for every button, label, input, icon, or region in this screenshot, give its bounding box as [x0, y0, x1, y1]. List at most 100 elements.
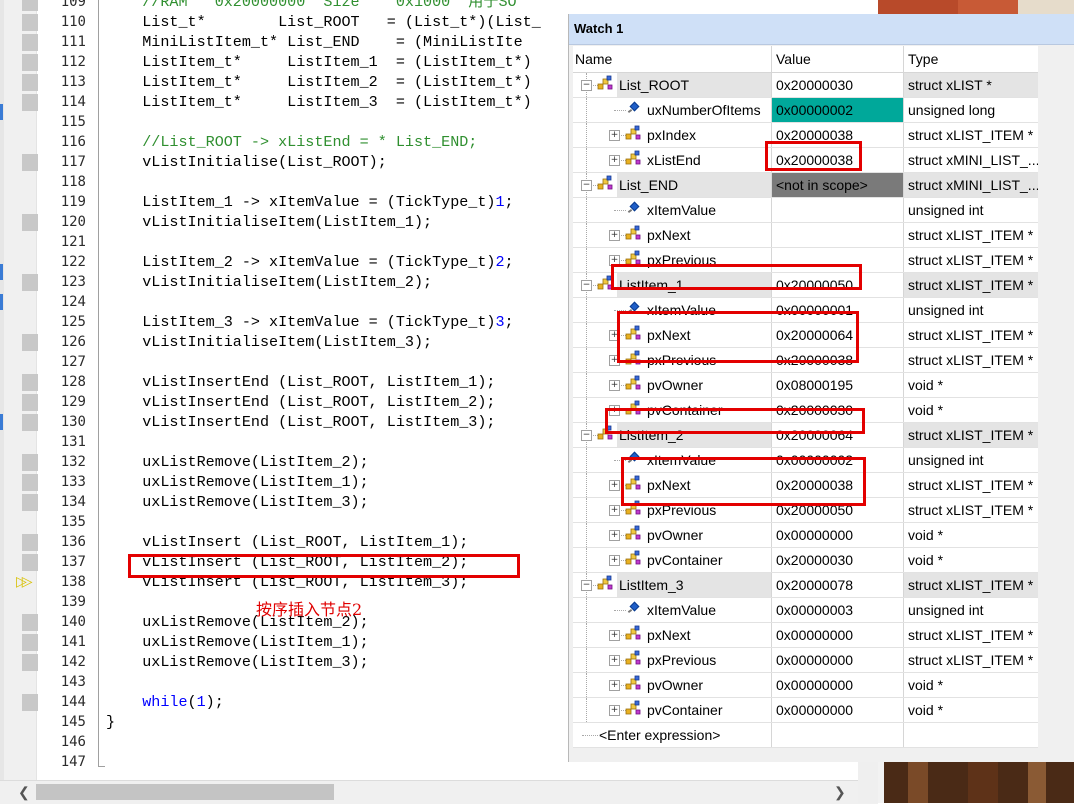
- code-token: uxListRemove(ListItem_3);: [106, 653, 369, 671]
- line-number: 111: [60, 34, 86, 50]
- code-line[interactable]: uxListRemove(ListItem_2);: [106, 452, 541, 472]
- code-line[interactable]: uxListRemove(ListItem_1);: [106, 472, 541, 492]
- enter-expression-row[interactable]: <Enter expression>: [573, 723, 1038, 748]
- highlight-box-listitem1-links: [617, 311, 859, 363]
- code-line[interactable]: vListInitialiseItem(ListItem_3);: [106, 332, 541, 352]
- watch-member-row[interactable]: + pvOwner 0x00000000 void *: [573, 673, 1038, 698]
- code-line[interactable]: vListInsert (List_ROOT, ListItem_1);: [106, 532, 541, 552]
- column-value-header[interactable]: Value: [776, 46, 811, 72]
- code-line[interactable]: ListItem_t* ListItem_1 = (ListItem_t*): [106, 52, 541, 72]
- expand-icon[interactable]: +: [609, 480, 620, 491]
- expand-icon[interactable]: +: [609, 230, 620, 241]
- code-line[interactable]: [106, 292, 541, 312]
- code-line[interactable]: [106, 352, 541, 372]
- code-line[interactable]: [106, 752, 541, 772]
- line-number: 114: [60, 94, 86, 110]
- line-number: 132: [60, 454, 86, 470]
- code-line[interactable]: MiniListItem_t* List_END = (MiniListIte: [106, 32, 541, 52]
- code-line[interactable]: vListInitialiseItem(ListItem_2);: [106, 272, 541, 292]
- collapse-icon[interactable]: −: [581, 280, 592, 291]
- watch-value[interactable]: 0x08000195: [771, 373, 903, 397]
- watch-value[interactable]: 0x00000000: [771, 648, 903, 672]
- expand-icon[interactable]: +: [609, 505, 620, 516]
- code-text[interactable]: //RAM 0x20000000 Size 0x1000 用于SO List_t…: [106, 0, 541, 772]
- code-token: MiniListItem_t* List_END = (MiniListIte: [106, 33, 523, 51]
- expand-icon[interactable]: +: [609, 530, 620, 541]
- code-line[interactable]: vListInsertEnd (List_ROOT, ListItem_3);: [106, 412, 541, 432]
- expand-icon[interactable]: +: [609, 655, 620, 666]
- expand-icon[interactable]: +: [609, 630, 620, 641]
- code-line[interactable]: [106, 232, 541, 252]
- watch-variable-row[interactable]: − List_ROOT 0x20000030 struct xLIST *: [573, 73, 1038, 98]
- collapse-icon[interactable]: −: [581, 180, 592, 191]
- code-line[interactable]: //List_ROOT -> xListEnd = * List_END;: [106, 132, 541, 152]
- watch-value[interactable]: 0x00000000: [771, 698, 903, 722]
- code-line[interactable]: //RAM 0x20000000 Size 0x1000 用于SO: [106, 0, 541, 12]
- watch-value[interactable]: 0x00000002: [771, 98, 903, 122]
- collapse-icon[interactable]: −: [581, 580, 592, 591]
- watch-member-row[interactable]: + pxNext 0x00000000 struct xLIST_ITEM *: [573, 623, 1038, 648]
- expand-icon[interactable]: +: [609, 705, 620, 716]
- watch-member-row[interactable]: + pvOwner 0x08000195 void *: [573, 373, 1038, 398]
- code-line[interactable]: uxListRemove(ListItem_3);: [106, 652, 541, 672]
- watch-value[interactable]: [771, 223, 903, 247]
- code-line[interactable]: uxListRemove(ListItem_1);: [106, 632, 541, 652]
- code-line[interactable]: [106, 432, 541, 452]
- watch-member-row[interactable]: uxNumberOfItems 0x00000002 unsigned long: [573, 98, 1038, 123]
- scrollbar-thumb[interactable]: [36, 784, 334, 800]
- watch-value[interactable]: 0x20000030: [771, 73, 903, 97]
- code-line[interactable]: ListItem_2 -> xItemValue = (TickType_t)2…: [106, 252, 541, 272]
- breakpoint-gutter[interactable]: [4, 0, 38, 780]
- watch-value[interactable]: <not in scope>: [771, 173, 903, 197]
- watch-member-row[interactable]: + pvContainer 0x00000000 void *: [573, 698, 1038, 723]
- expand-icon[interactable]: +: [609, 380, 620, 391]
- watch-member-row[interactable]: + pxPrevious 0x00000000 struct xLIST_ITEM *: [573, 648, 1038, 673]
- watch-value[interactable]: 0x00000000: [771, 523, 903, 547]
- watch-title-bar[interactable]: Watch 1: [569, 14, 1074, 45]
- code-line[interactable]: ListItem_t* ListItem_3 = (ListItem_t*): [106, 92, 541, 112]
- column-type-header[interactable]: Type: [908, 46, 938, 72]
- watch-member-row[interactable]: xItemValue 0x00000003 unsigned int: [573, 598, 1038, 623]
- enter-expression[interactable]: <Enter expression>: [599, 723, 720, 747]
- code-line[interactable]: [106, 112, 541, 132]
- watch-value[interactable]: 0x20000030: [771, 548, 903, 572]
- watch-variable-row[interactable]: − List_END <not in scope> struct xMINI_LIST…: [573, 173, 1038, 198]
- code-line[interactable]: uxListRemove(ListItem_3);: [106, 492, 541, 512]
- code-line[interactable]: List_t* List_ROOT = (List_t*)(List_: [106, 12, 541, 32]
- code-line[interactable]: }: [106, 712, 541, 732]
- watch-member-row[interactable]: + pxNext struct xLIST_ITEM *: [573, 223, 1038, 248]
- watch-member-row[interactable]: + pvContainer 0x20000030 void *: [573, 548, 1038, 573]
- watch-value[interactable]: 0x00000003: [771, 598, 903, 622]
- expand-icon[interactable]: +: [609, 680, 620, 691]
- code-line[interactable]: ListItem_1 -> xItemValue = (TickType_t)1…: [106, 192, 541, 212]
- watch-member-row[interactable]: xItemValue unsigned int: [573, 198, 1038, 223]
- collapse-icon[interactable]: −: [581, 430, 592, 441]
- expand-icon[interactable]: +: [609, 555, 620, 566]
- code-line[interactable]: ListItem_3 -> xItemValue = (TickType_t)3…: [106, 312, 541, 332]
- code-line[interactable]: vListInsertEnd (List_ROOT, ListItem_2);: [106, 392, 541, 412]
- scroll-right-arrow-icon[interactable]: ❯: [834, 784, 846, 801]
- watch-type: void *: [903, 698, 1038, 722]
- watch-variable-row[interactable]: − ListItem_3 0x20000078 struct xLIST_ITEM *: [573, 573, 1038, 598]
- watch-value[interactable]: [771, 198, 903, 222]
- scroll-left-arrow-icon[interactable]: ❮: [18, 784, 30, 801]
- code-line[interactable]: ListItem_t* ListItem_2 = (ListItem_t*): [106, 72, 541, 92]
- code-line[interactable]: vListInitialise(List_ROOT);: [106, 152, 541, 172]
- watch-window[interactable]: Watch 1 Name Value Type − List_ROOT 0x2000…: [568, 14, 1074, 762]
- expand-icon[interactable]: +: [609, 155, 620, 166]
- column-name-header[interactable]: Name: [575, 46, 612, 72]
- watch-value[interactable]: 0x20000078: [771, 573, 903, 597]
- collapse-icon[interactable]: −: [581, 80, 592, 91]
- watch-value[interactable]: 0x00000000: [771, 673, 903, 697]
- code-line[interactable]: [106, 512, 541, 532]
- code-line[interactable]: [106, 672, 541, 692]
- code-line[interactable]: [106, 732, 541, 752]
- horizontal-scrollbar[interactable]: ❮ ❯: [0, 780, 878, 804]
- code-line[interactable]: vListInsertEnd (List_ROOT, ListItem_1);: [106, 372, 541, 392]
- expand-icon[interactable]: +: [609, 130, 620, 141]
- code-line[interactable]: while(1);: [106, 692, 541, 712]
- code-line[interactable]: vListInitialiseItem(ListItem_1);: [106, 212, 541, 232]
- watch-value[interactable]: 0x00000000: [771, 623, 903, 647]
- watch-member-row[interactable]: + pvOwner 0x00000000 void *: [573, 523, 1038, 548]
- code-line[interactable]: [106, 172, 541, 192]
